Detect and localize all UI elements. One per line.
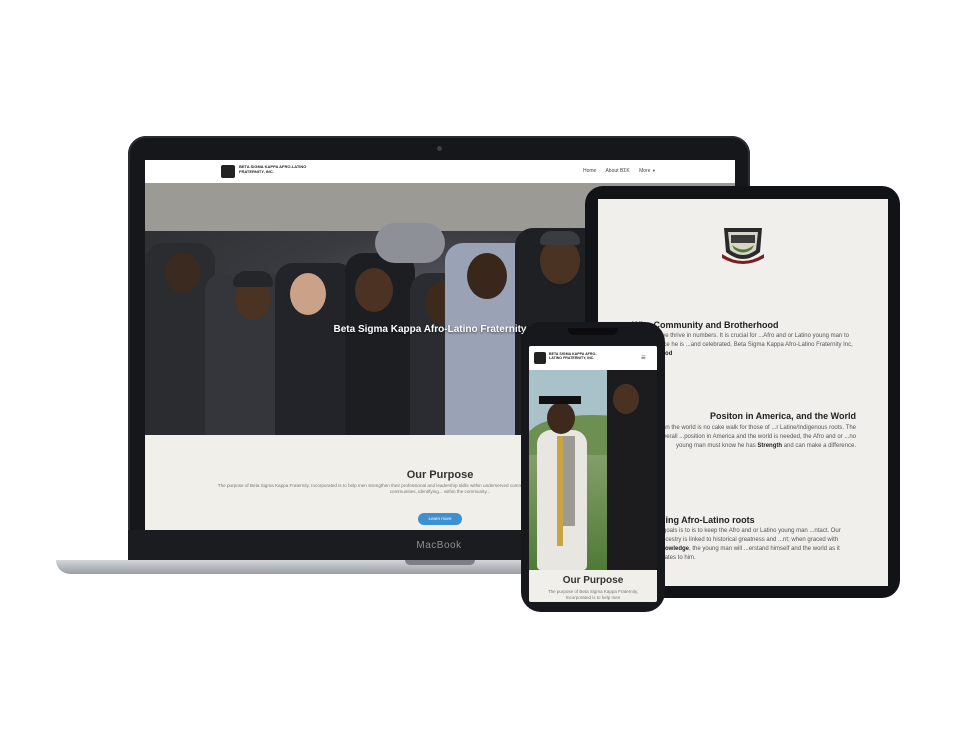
phone-purpose-paragraph: The purpose of Beta Sigma Kappa Fraterni… — [547, 589, 639, 600]
laptop-camera — [437, 146, 442, 151]
phone-notch — [568, 328, 618, 335]
fraternity-crest-icon — [722, 228, 764, 264]
fraternity-logo-icon[interactable] — [221, 165, 235, 178]
phone-site-navbar: BETA SIGMA KAPPA AFRO-LATINO FRATERNITY,… — [529, 346, 657, 371]
logo-text: BETA SIGMA KAPPA AFRO-LATINO FRATERNITY,… — [239, 164, 307, 174]
tablet-section-3-text: ...goals is to is to keep the Afro and o… — [658, 528, 841, 561]
chevron-down-icon: ▼ — [651, 168, 656, 173]
phone-purpose-heading: Our Purpose — [562, 575, 624, 586]
nav-home-link[interactable]: Home — [583, 168, 596, 174]
nav-more-link[interactable]: More ▼ — [639, 168, 656, 174]
phone-logo-text: BETA SIGMA KAPPA AFRO-LATINO FRATERNITY,… — [549, 352, 597, 360]
fraternity-logo-icon[interactable] — [534, 352, 546, 364]
laptop-site-navbar: BETA SIGMA KAPPA AFRO-LATINO FRATERNITY,… — [145, 160, 735, 184]
graduate-photo — [529, 370, 657, 570]
tablet-section-3-title: ...ing Afro-Latino roots — [658, 515, 755, 525]
laptop-notch — [405, 560, 475, 565]
nav-links: Home About BΣK More ▼ — [583, 168, 664, 174]
learn-more-button[interactable]: Learn more — [418, 513, 462, 525]
nav-about-link[interactable]: About BΣK — [605, 168, 629, 174]
hamburger-icon[interactable]: ≡ — [641, 354, 646, 362]
phone-screen: BETA SIGMA KAPPA AFRO-LATINO FRATERNITY,… — [529, 346, 657, 602]
